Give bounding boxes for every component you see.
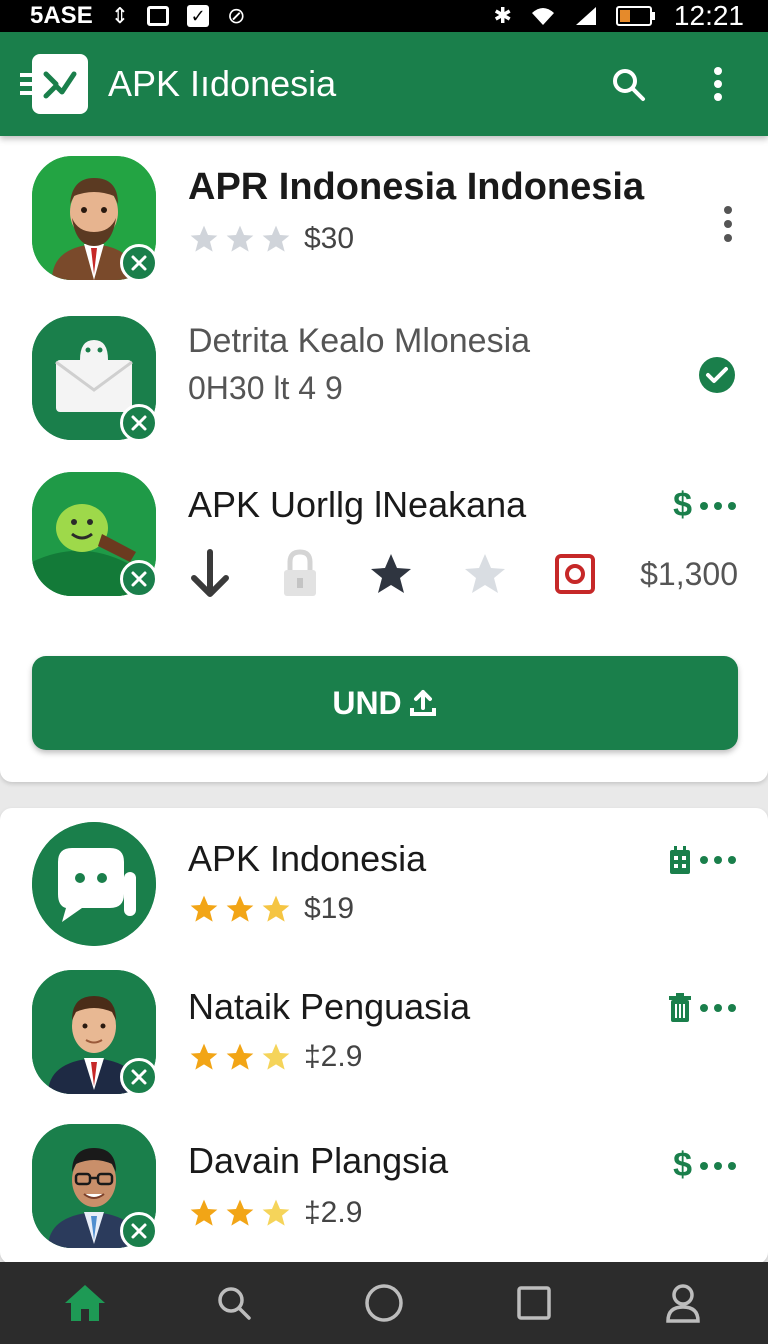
rating-text: ‡2.9 [304,1196,363,1229]
item-action[interactable]: $ [673,1146,736,1185]
remove-badge-icon[interactable] [120,1058,158,1096]
star-icon [262,1043,290,1070]
remove-badge-icon[interactable] [120,560,158,598]
trash-icon [669,993,691,1022]
featured-card: APR Indonesia Indonesia $30 Detrita Keal… [0,136,768,782]
camera-icon[interactable] [554,554,595,594]
arrow-down-icon[interactable] [188,548,232,600]
list-item[interactable]: APR Indonesia Indonesia $30 [0,156,768,296]
star-icon [262,225,290,252]
overflow-menu-icon[interactable] [724,206,732,242]
xbox-icon: ⊘ [227,3,246,28]
upload-icon [409,690,436,716]
more-vertical-icon[interactable] [688,54,748,114]
screenshot-icon [147,6,170,26]
rating-text: $19 [304,892,355,925]
list-item[interactable]: Detrita Kealo Mlonesia 0H30 lt 4 9 [0,316,768,446]
rating-text: ‡2.9 [304,1040,363,1073]
star-icon [190,1199,218,1226]
app-title: APK Iıdonesia [108,63,337,104]
item-title: APK Uorllg lNeakana [188,484,527,525]
app-bar: APK Iıdonesia [0,32,768,136]
rating-text: $30 [304,222,355,255]
item-action[interactable] [668,844,736,876]
wifi-icon [531,8,554,25]
list-item[interactable]: APK Uorllg lNeakana $ $1,300 [0,472,768,602]
item-title: Nataik Penguasia [188,986,471,1027]
more-dots-icon [700,1161,736,1170]
rating: $19 [188,892,354,926]
item-title: APR Indonesia Indonesia [188,166,645,208]
circle-icon[interactable] [344,1263,424,1343]
item-title: APK Indonesia [188,838,427,879]
home-icon[interactable] [45,1263,125,1343]
rating: $30 [188,222,354,256]
remove-badge-icon[interactable] [120,1212,158,1250]
star-icon [226,1043,254,1070]
item-price: $1,300 [640,555,738,592]
square-icon[interactable] [494,1263,574,1343]
task-check-icon: ✓ [187,5,210,27]
profile-icon[interactable] [643,1263,723,1343]
item-subtitle: 0H30 lt 4 9 [188,370,343,406]
item-action[interactable] [668,992,736,1024]
list-item[interactable]: APK Indonesia $19 [0,822,768,946]
signal-icon [575,7,596,25]
star-dark-icon[interactable] [367,550,415,598]
avatar [32,970,158,1096]
avatar [32,1124,158,1250]
more-dots-icon [700,1004,736,1012]
price-action[interactable]: $ [673,486,736,525]
avatar [32,156,158,282]
battery-icon [615,6,655,26]
app-list-card: APK Indonesia $19 Nataik Penguasia ‡2.9 … [0,808,768,1264]
star-icon [226,225,254,252]
star-light-icon[interactable] [461,550,509,598]
carrier-label: 5ASE [30,2,93,29]
status-bar: 5ASE ⇕ ✓ ⊘ ✱ 12:21 [0,0,768,32]
usb-icon: ⇕ [110,3,130,28]
star-icon [262,1199,290,1226]
rating: ‡2.9 [188,1040,362,1074]
button-label: UND [332,684,402,721]
action-icon-row: $1,300 [188,548,738,600]
search-icon[interactable] [598,54,658,114]
item-title: Davain Plangsia [188,1140,449,1181]
star-icon [262,895,290,922]
check-circle-icon [698,356,736,399]
rating: ‡2.9 [188,1196,362,1230]
avatar [32,822,156,946]
bottom-navigation [0,1262,768,1344]
price-symbol: $ [673,1146,692,1184]
app-logo [32,54,88,114]
search-icon[interactable] [194,1263,274,1343]
remove-badge-icon[interactable] [120,404,158,442]
calendar-icon [670,846,690,874]
lock-icon[interactable] [278,548,322,600]
bluetooth-icon: ✱ [493,3,512,28]
star-icon [190,895,218,922]
avatar [32,472,158,598]
list-item[interactable]: Nataik Penguasia ‡2.9 [0,970,768,1096]
avatar [32,316,158,442]
remove-badge-icon[interactable] [120,244,158,282]
star-icon [190,1043,218,1070]
primary-action-button[interactable]: UND [32,656,738,750]
list-item[interactable]: Davain Plangsia ‡2.9 $ [0,1124,768,1250]
price-symbol: $ [673,486,692,524]
more-dots-icon [700,856,736,864]
item-title: Detrita Kealo Mlonesia [188,322,531,360]
star-icon [190,225,218,252]
star-icon [226,1199,254,1226]
clock: 12:21 [673,0,744,31]
star-icon [226,895,254,922]
more-dots-icon [700,501,736,510]
